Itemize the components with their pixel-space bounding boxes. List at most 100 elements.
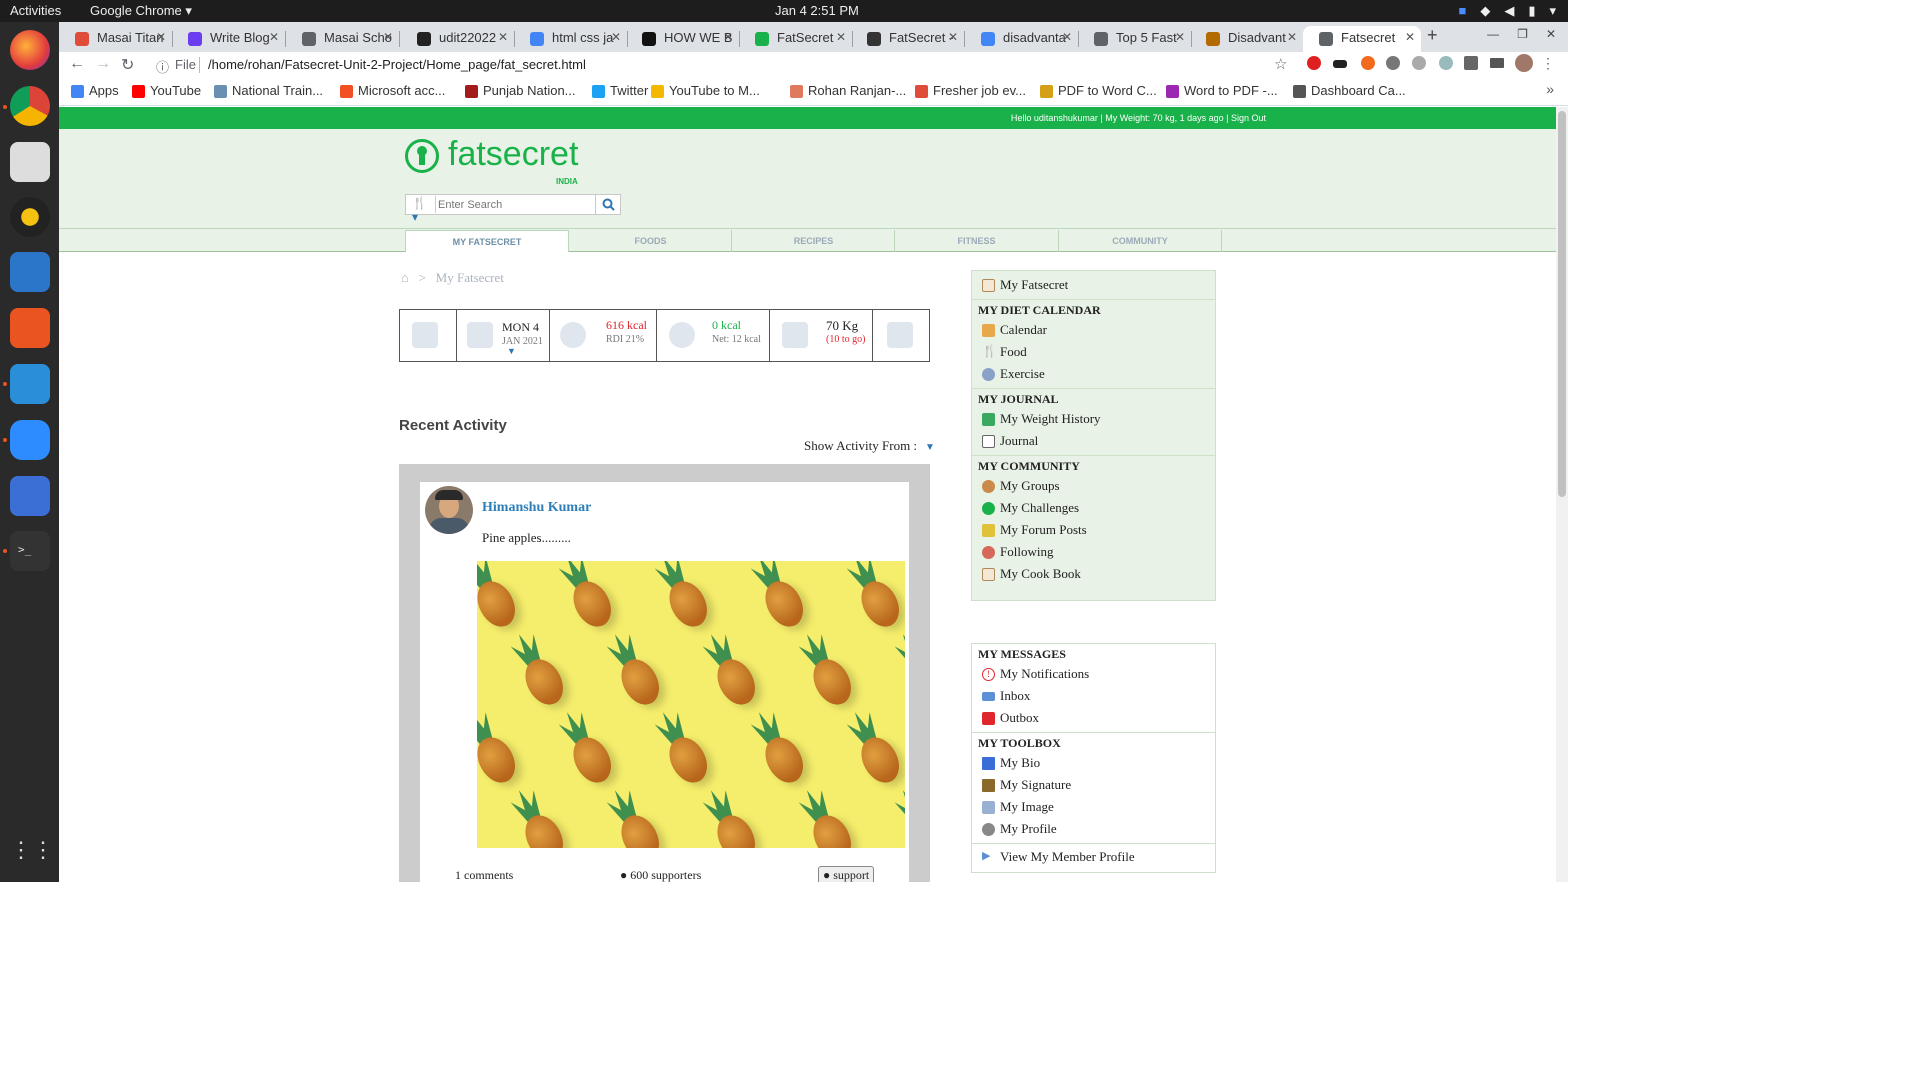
sidebar-item-bio[interactable]: My Bio <box>982 755 1040 771</box>
terminal-icon[interactable]: >_ <box>10 531 50 571</box>
sidebar-item-signature[interactable]: My Signature <box>982 777 1071 793</box>
sidebar-item-image[interactable]: My Image <box>982 799 1054 815</box>
new-tab-button[interactable]: + <box>1427 25 1438 46</box>
sidebar-item-profile[interactable]: My Profile <box>982 821 1057 837</box>
sidebar-item-cook-book[interactable]: My Cook Book <box>982 566 1081 582</box>
nav-tab-foods[interactable]: FOODS <box>568 230 732 252</box>
power-menu-icon[interactable]: ▾ <box>1549 3 1556 19</box>
close-window-icon[interactable]: ✕ <box>1546 27 1556 41</box>
reload-icon[interactable]: ↻ <box>121 55 134 75</box>
author-avatar[interactable] <box>425 486 473 534</box>
mask-extension-icon[interactable] <box>1333 60 1347 68</box>
close-tab-icon[interactable]: ✕ <box>1287 30 1297 44</box>
libreoffice-writer-icon[interactable] <box>10 252 50 292</box>
files-icon[interactable] <box>10 142 50 182</box>
browser-tab[interactable]: Write Blog ✕ <box>172 26 285 52</box>
summary-weight-cell[interactable]: 70 Kg (10 to go) <box>770 310 873 361</box>
sidebar-item-food[interactable]: 🍴 Food <box>982 344 1027 360</box>
close-tab-icon[interactable]: ✕ <box>948 30 958 44</box>
close-tab-icon[interactable]: ✕ <box>383 30 393 44</box>
close-tab-icon[interactable]: ✕ <box>269 30 279 44</box>
bookmark-item[interactable]: Word to PDF -... <box>1166 83 1278 98</box>
back-icon[interactable]: ← <box>69 55 85 73</box>
more-bookmarks-button[interactable]: » <box>1546 81 1554 97</box>
sidebar-item-weight-history[interactable]: My Weight History <box>982 411 1101 427</box>
bookmark-item[interactable]: YouTube <box>132 83 201 98</box>
show-applications-icon[interactable]: ⋮⋮ <box>10 830 54 870</box>
browser-tab[interactable]: Top 5 Fast ✕ <box>1078 26 1191 52</box>
nav-tab-my-fatsecret[interactable]: MY FATSECRET <box>405 230 569 252</box>
summary-food-cell[interactable]: 616 kcal RDI 21% <box>550 310 657 361</box>
browser-tab[interactable]: udit22022 ✕ <box>401 26 514 52</box>
close-tab-icon[interactable]: ✕ <box>1405 30 1415 44</box>
browser-tab[interactable]: Masai Titan ✕ <box>59 26 172 52</box>
bookmark-item[interactable]: National Train... <box>214 83 323 98</box>
bookmark-item[interactable]: Apps <box>71 83 119 98</box>
puzzle-extensions-icon[interactable] <box>1464 56 1478 70</box>
rhythmbox-icon[interactable] <box>10 197 50 237</box>
nav-tab-community[interactable]: COMMUNITY <box>1058 230 1222 252</box>
browser-tab[interactable]: Masai Scho ✕ <box>286 26 399 52</box>
app-menu[interactable]: Google Chrome ▾ <box>90 3 192 19</box>
bookmark-item[interactable]: PDF to Word C... <box>1040 83 1157 98</box>
firefox-icon[interactable] <box>10 30 50 70</box>
account-greeting[interactable]: Hello uditanshukumar | My Weight: 70 kg,… <box>1011 113 1266 123</box>
software-center-icon[interactable] <box>10 308 50 348</box>
zoom-icon[interactable] <box>10 420 50 460</box>
sidebar-item-inbox[interactable]: Inbox <box>982 688 1030 704</box>
post-author[interactable]: Himanshu Kumar <box>482 500 591 516</box>
bookmark-item[interactable]: Rohan Ranjan-... <box>790 83 906 98</box>
browser-tab[interactable]: Disadvant ✕ <box>1190 26 1303 52</box>
minimize-icon[interactable]: — <box>1487 27 1499 41</box>
summary-journal-cell[interactable] <box>873 310 929 361</box>
browser-tab[interactable]: html css ja ✕ <box>514 26 627 52</box>
close-tab-icon[interactable]: ✕ <box>498 30 508 44</box>
summary-date-cell[interactable]: MON 4 JAN 2021 ▼ <box>457 310 550 361</box>
close-tab-icon[interactable]: ✕ <box>1175 30 1185 44</box>
site-info-icon[interactable]: ⓘ <box>156 57 169 76</box>
fire-extension-icon[interactable] <box>1361 56 1375 70</box>
bug-extension-icon[interactable] <box>1386 56 1400 70</box>
address-bar[interactable]: /home/rohan/Fatsecret-Unit-2-Project/Hom… <box>208 57 586 72</box>
close-tab-icon[interactable]: ✕ <box>836 30 846 44</box>
browser-tab[interactable]: FatSecret - ✕ <box>851 26 964 52</box>
bookmark-item[interactable]: Punjab Nation... <box>465 83 576 98</box>
summary-diary-cell[interactable] <box>400 310 457 361</box>
bookmark-item[interactable]: Twitter <box>592 83 648 98</box>
activities-button[interactable]: Activities <box>10 3 61 18</box>
bookmark-item[interactable]: YouTube to M... <box>651 83 760 98</box>
browser-tab[interactable]: disadvanta ✕ <box>965 26 1078 52</box>
nav-tab-fitness[interactable]: FITNESS <box>894 230 1058 252</box>
restore-icon[interactable]: ❐ <box>1517 27 1528 41</box>
system-tray[interactable]: ■ ◆ ◀ ▮ ▾ <box>1458 3 1556 19</box>
close-tab-icon[interactable]: ✕ <box>156 30 166 44</box>
sidebar-item-calendar[interactable]: Calendar <box>982 322 1047 338</box>
sidebar-item-challenges[interactable]: My Challenges <box>982 500 1079 516</box>
browser-menu-icon[interactable]: ⋮ <box>1541 55 1555 72</box>
page-scrollbar[interactable] <box>1556 107 1568 882</box>
show-activity-dropdown[interactable]: Show Activity From : ▼ <box>804 438 935 454</box>
zoom-tray-icon[interactable]: ■ <box>1458 3 1466 19</box>
summary-exercise-cell[interactable]: 0 kcal Net: 12 kcal <box>657 310 770 361</box>
media-controls-icon[interactable] <box>1490 58 1504 68</box>
sidebar-item-groups[interactable]: My Groups <box>982 478 1060 494</box>
sidebar-item-following[interactable]: Following <box>982 544 1053 560</box>
sidebar-item-notifications[interactable]: ! My Notifications <box>982 666 1089 682</box>
search-button[interactable] <box>595 194 621 215</box>
bookmark-item[interactable]: Dashboard Ca... <box>1293 83 1406 98</box>
sidebar-item-forum-posts[interactable]: My Forum Posts <box>982 522 1087 538</box>
browser-tab[interactable]: FatSecret ✕ <box>739 26 852 52</box>
fatsecret-logo[interactable]: fatsecret INDIA <box>405 135 585 187</box>
chrome-icon[interactable] <box>10 86 50 126</box>
sidebar-item-exercise[interactable]: Exercise <box>982 366 1045 382</box>
sidebar-item-outbox[interactable]: Outbox <box>982 710 1039 726</box>
close-tab-icon[interactable]: ✕ <box>723 30 733 44</box>
search-category-dropdown[interactable]: 🍴 ▾ <box>408 196 436 224</box>
breadcrumb-current[interactable]: My Fatsecret <box>436 270 504 285</box>
bookmark-star-icon[interactable]: ☆ <box>1274 55 1287 73</box>
nav-tab-recipes[interactable]: RECIPES <box>731 230 895 252</box>
forward-icon[interactable]: → <box>95 55 111 73</box>
sidebar-item-journal[interactable]: Journal <box>982 433 1038 449</box>
clock[interactable]: Jan 4 2:51 PM <box>775 3 859 18</box>
screenshot-icon[interactable] <box>10 476 50 516</box>
